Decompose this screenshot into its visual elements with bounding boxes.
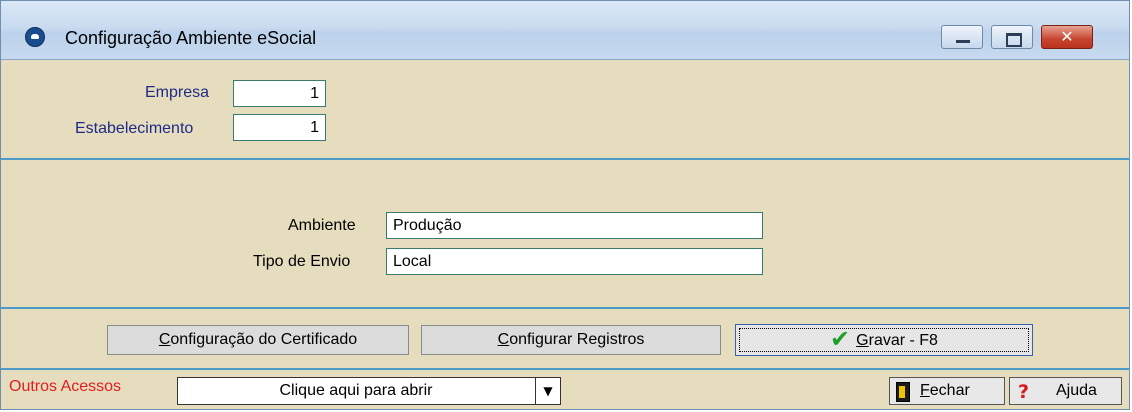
window-title: Configuração Ambiente eSocial (65, 28, 317, 48)
configurar-registros-button[interactable]: Configurar Registros (421, 325, 721, 355)
checkmark-icon: ✔ (830, 325, 851, 353)
ambiente-label: Ambiente (288, 217, 356, 234)
tipo-envio-field[interactable]: Local (386, 248, 763, 275)
esocial-config-window: Configuração Ambiente eSocial ✕ Empresa … (0, 0, 1130, 410)
configuracao-certificado-button[interactable]: Configuração do Certificado (107, 325, 409, 355)
door-exit-icon (896, 382, 910, 402)
section-divider (1, 158, 1129, 160)
ambiente-field[interactable]: Produção (386, 212, 763, 239)
maximize-icon (1006, 33, 1022, 47)
ajuda-button[interactable]: ? Ajuda (1009, 377, 1122, 405)
title-bar[interactable]: Configuração Ambiente eSocial ✕ (1, 1, 1129, 60)
select-value: Clique aqui para abrir (279, 382, 433, 399)
gravar-button[interactable]: ✔ Gravar - F8 (735, 324, 1033, 356)
chevron-down-icon[interactable]: ▼ (535, 378, 560, 404)
tipo-envio-label: Tipo de Envio (253, 253, 351, 270)
close-icon: ✕ (1060, 27, 1074, 46)
estabelecimento-field[interactable]: 1 (233, 114, 326, 141)
minimize-button[interactable] (941, 25, 983, 49)
estabelecimento-label: Estabelecimento (75, 120, 194, 137)
question-icon: ? (1018, 381, 1030, 403)
minimize-icon (956, 40, 970, 43)
outros-acessos-select[interactable]: Clique aqui para abrir ▼ (177, 377, 561, 405)
ajuda-label: Ajuda (1056, 382, 1097, 399)
empresa-field[interactable]: 1 (233, 80, 326, 107)
empresa-label: Empresa (145, 84, 210, 101)
section-divider (1, 307, 1129, 309)
close-button[interactable]: ✕ (1041, 25, 1093, 49)
section-divider (1, 368, 1129, 370)
app-icon (25, 27, 45, 47)
maximize-button[interactable] (991, 25, 1033, 49)
fechar-button[interactable]: Fechar (889, 377, 1005, 405)
fechar-label: Fechar (920, 382, 970, 399)
outros-acessos-label: Outros Acessos (9, 378, 122, 395)
